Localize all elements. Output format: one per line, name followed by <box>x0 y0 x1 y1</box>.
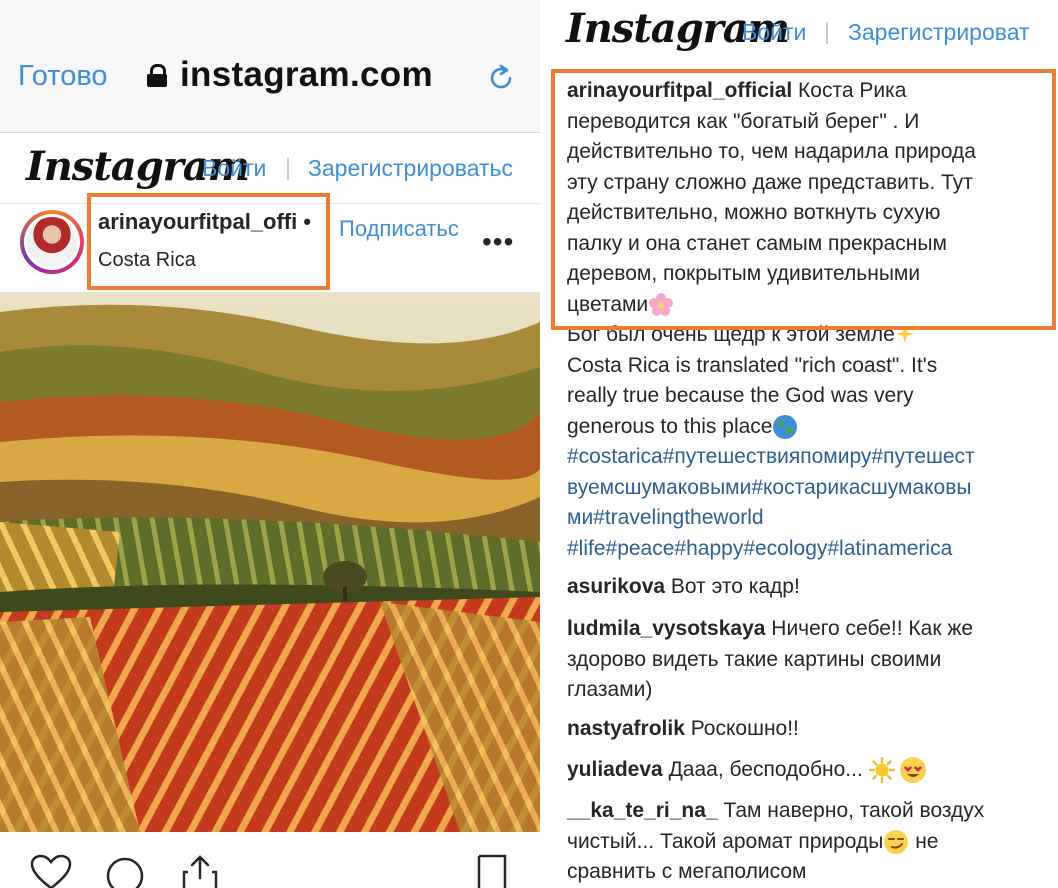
more-options-icon[interactable]: ••• <box>482 226 514 258</box>
comment-username[interactable]: ludmila_vysotskaya <box>567 617 765 640</box>
comment: ludmila_vysotskaya Ничего себе!! Как же … <box>567 614 1057 706</box>
heart-icon[interactable] <box>30 854 72 888</box>
heart-eyes-emoji <box>899 757 926 784</box>
comment-username[interactable]: yuliadeva <box>567 758 663 781</box>
comment-text: глазами) <box>567 678 653 701</box>
comment-icon[interactable] <box>105 856 145 888</box>
comment-username[interactable]: __ka_te_ri_na_ <box>567 799 718 822</box>
header-separator-right: | <box>824 18 830 44</box>
post-actions-bar <box>0 834 540 888</box>
bookmark-icon[interactable] <box>476 854 508 888</box>
highlight-box-user <box>87 193 330 290</box>
done-button[interactable]: Готово <box>18 60 108 93</box>
lock-icon <box>147 64 167 87</box>
hashtag-link[interactable]: ми#travelingtheworld <box>567 503 1057 534</box>
reload-icon[interactable] <box>486 63 516 93</box>
comment-text: здорово видеть такие картины своими <box>567 647 942 671</box>
comment-text: Там наверно, такой воздух <box>717 799 985 822</box>
caption-line: really true because the God was very <box>567 384 914 407</box>
caption-line: generous to this place <box>567 414 773 438</box>
hashtag-link[interactable]: #life#peace#happy#ecology#latinamerica <box>567 534 1057 565</box>
comment-text: не <box>909 829 939 853</box>
header-separator: | <box>285 154 291 180</box>
comment-text: Вот это кадр! <box>665 575 800 598</box>
right-screenshot: Instagram Войти | Зарегистрироват arinay… <box>546 0 1058 888</box>
comment-username[interactable]: nastyafrolik <box>567 717 685 740</box>
highlight-box-caption <box>551 69 1056 330</box>
comment-text: Ничего себе!! Как же <box>765 617 974 640</box>
avatar[interactable] <box>20 210 84 274</box>
login-link-right[interactable]: Войти <box>742 19 806 46</box>
login-link[interactable]: Войти <box>202 155 266 182</box>
comment-username[interactable]: asurikova <box>567 575 665 598</box>
comment: nastyafrolik Роскошно!! <box>567 714 1057 745</box>
comment-text: сравнить с мегаполисом <box>567 860 807 883</box>
left-screenshot: Готово instagram.com Instagram Войти | З… <box>0 0 540 888</box>
sun-emoji <box>868 757 895 784</box>
hashtag-link[interactable]: #costarica#путешествияпомиру#путешест <box>567 442 1057 473</box>
smirk-emoji <box>884 829 909 854</box>
register-link-right[interactable]: Зарегистрироват <box>848 19 1030 46</box>
comment-text: Дааа, бесподобно... <box>662 758 869 781</box>
post-image[interactable] <box>0 292 540 832</box>
comment: asurikova Вот это кадр! <box>567 572 1057 603</box>
globe-emoji <box>773 414 798 439</box>
comment: yuliadeva Дааа, бесподобно... <box>567 755 1057 786</box>
share-icon[interactable] <box>180 854 220 888</box>
caption-line: Costa Rica is translated "rich coast". I… <box>567 353 938 377</box>
hashtag-link[interactable]: вуемсшумаковыми#костарикасшумаковы <box>567 473 1057 504</box>
follow-button[interactable]: Подписатьс <box>339 216 459 242</box>
comment-text: чистый... Такой аромат природы <box>567 829 884 853</box>
address-bar-url[interactable]: instagram.com <box>180 55 433 95</box>
register-link[interactable]: Зарегистрироватьс <box>308 155 513 182</box>
comment: __ka_te_ri_na_ Там наверно, такой воздух… <box>567 796 1057 888</box>
comment-text: Роскошно!! <box>684 717 799 740</box>
